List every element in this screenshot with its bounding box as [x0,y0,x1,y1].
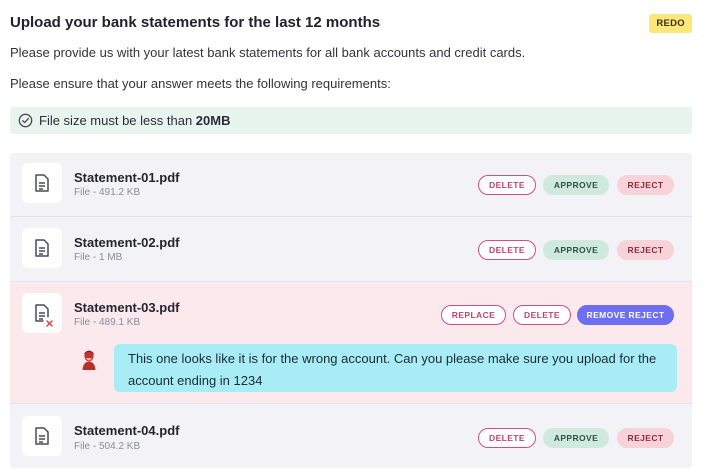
approve-button[interactable]: APPROVE [543,175,609,195]
remove-reject-button[interactable]: REMOVE REJECT [577,305,674,325]
file-name: Statement-03.pdf [74,300,180,315]
file-size: File - 489.1 KB [74,317,141,328]
page-title: Upload your bank statements for the last… [10,14,381,31]
file-name: Statement-04.pdf [74,423,180,438]
document-icon [22,163,62,203]
requirement-box: File size must be less than 20MB [10,107,692,134]
reviewer-avatar-icon [82,350,96,370]
rejected-x-icon [43,317,56,330]
replace-button[interactable]: REPLACE [441,305,506,325]
file-row: Statement-02.pdf File - 1 MB DELETE APPR… [10,218,692,282]
requirement-label: File size must be less than [39,113,196,128]
reject-button[interactable]: REJECT [617,175,674,195]
requirements-intro: Please ensure that your answer meets the… [10,76,391,91]
check-circle-icon [18,113,33,128]
approve-button[interactable]: APPROVE [543,240,609,260]
document-icon [22,293,62,333]
requirement-text: File size must be less than 20MB [39,113,230,128]
instruction-text: Please provide us with your latest bank … [10,45,526,60]
delete-button[interactable]: DELETE [478,240,536,260]
file-size: File - 491.2 KB [74,187,141,198]
redo-badge: REDO [649,14,692,33]
file-list: Statement-01.pdf File - 491.2 KB DELETE … [10,153,692,468]
document-icon [22,416,62,456]
file-name: Statement-02.pdf [74,235,180,250]
approve-button[interactable]: APPROVE [543,428,609,448]
reviewer-comment: This one looks like it is for the wrong … [114,344,677,392]
requirement-value: 20MB [195,113,231,128]
reject-button[interactable]: REJECT [617,428,674,448]
delete-button[interactable]: DELETE [513,305,571,325]
page-header: Upload your bank statements for the last… [10,14,692,34]
file-row: Statement-04.pdf File - 504.2 KB DELETE … [10,405,692,468]
file-size: File - 1 MB [74,252,123,263]
document-icon [22,228,62,268]
file-row: Statement-01.pdf File - 491.2 KB DELETE … [10,153,692,217]
delete-button[interactable]: DELETE [478,428,536,448]
file-size: File - 504.2 KB [74,441,141,452]
delete-button[interactable]: DELETE [478,175,536,195]
reject-button[interactable]: REJECT [617,240,674,260]
file-name: Statement-01.pdf [74,170,180,185]
